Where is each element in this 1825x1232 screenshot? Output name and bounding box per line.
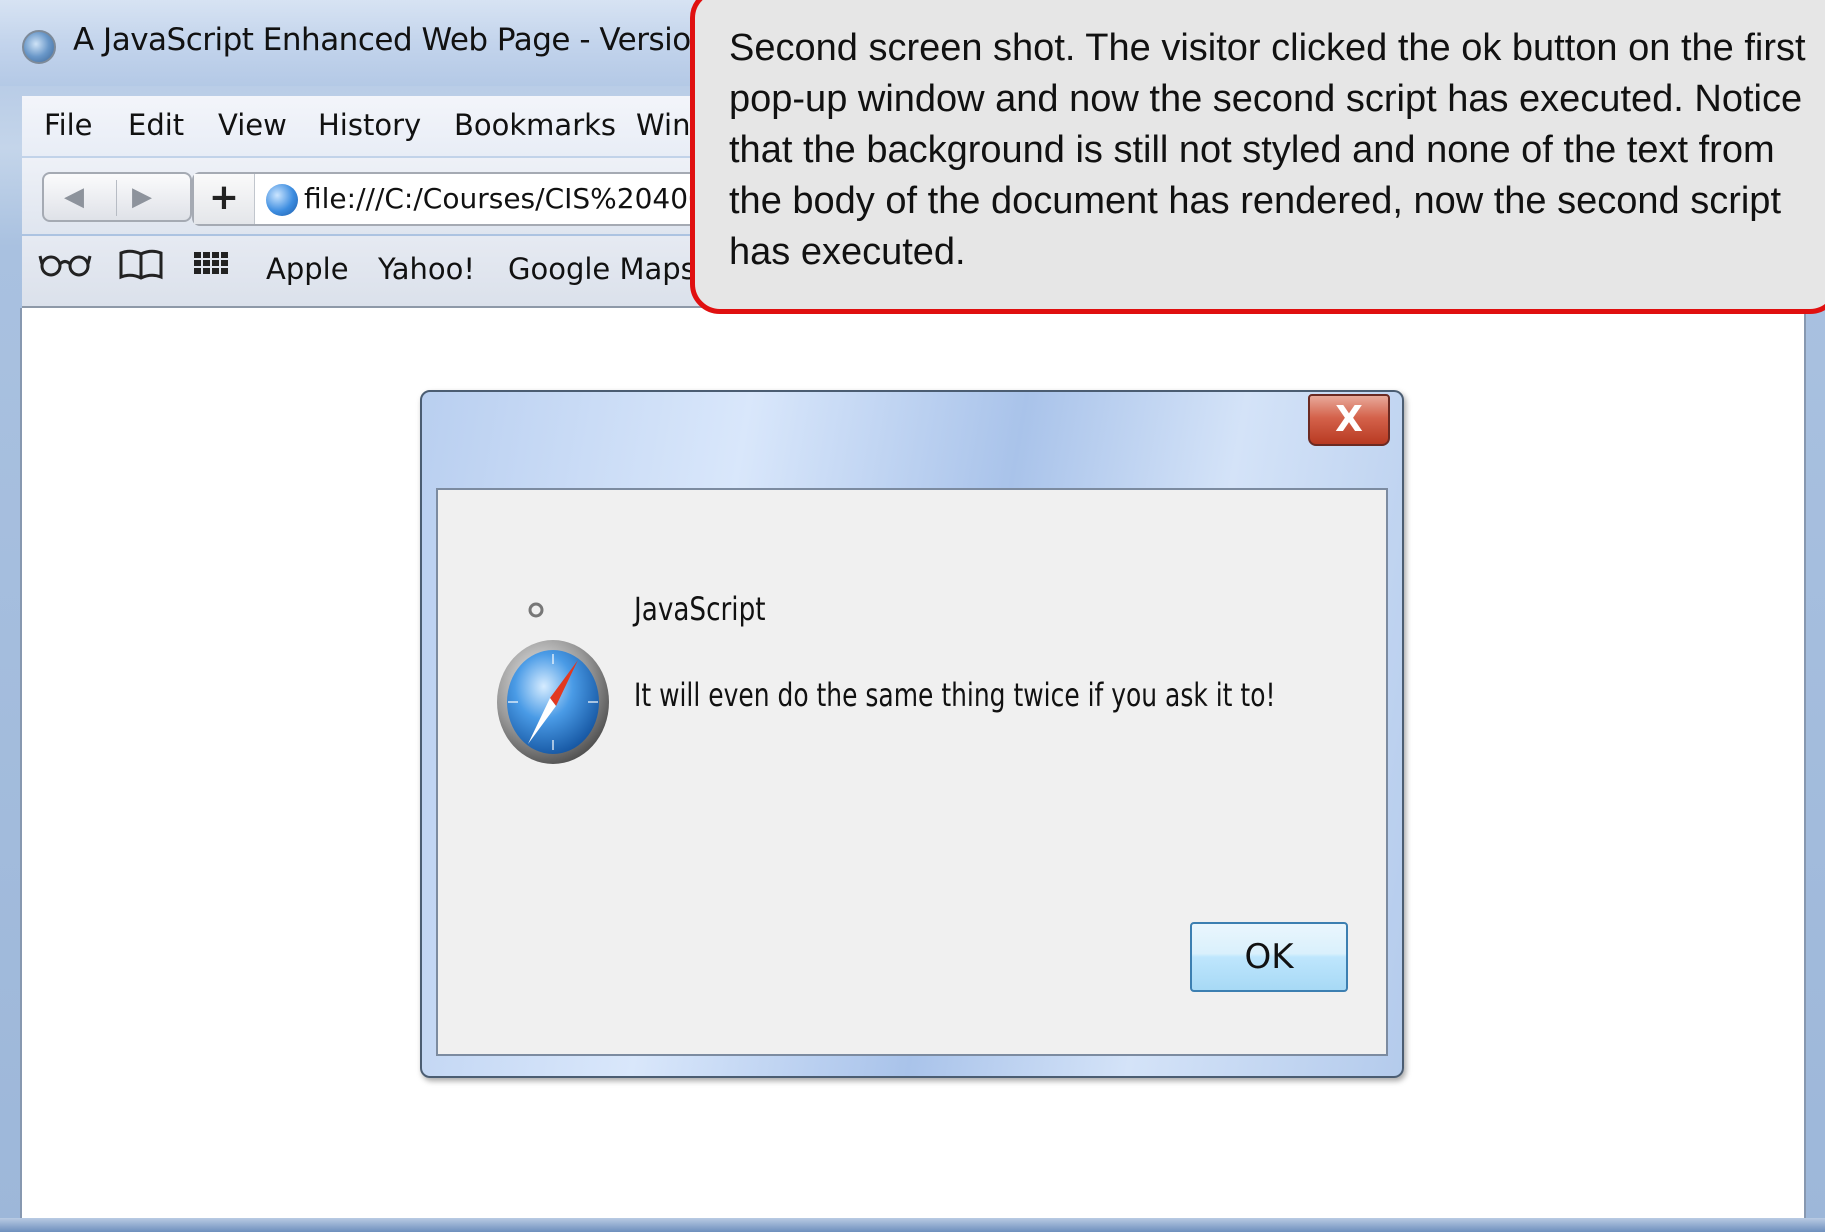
back-forward-group: ◀ ▶	[42, 172, 192, 222]
dialog-close-button[interactable]: X	[1308, 394, 1390, 446]
menu-view[interactable]: View	[218, 108, 287, 142]
menu-bookmarks[interactable]: Bookmarks	[454, 108, 616, 142]
dialog-heading: JavaScript	[634, 590, 766, 628]
window-title: A JavaScript Enhanced Web Page - Version…	[73, 22, 739, 58]
browser-window: A JavaScript Enhanced Web Page - Version…	[0, 0, 1825, 1232]
url-field[interactable]: file:///C:/Courses/CIS%20400	[304, 182, 706, 215]
bookmark-google-maps[interactable]: Google Maps	[508, 252, 696, 286]
callout-text: Second screen shot. The visitor clicked …	[729, 27, 1806, 273]
ok-button[interactable]: OK	[1190, 922, 1348, 992]
dialog-body: JavaScript It will even do the same thin…	[436, 488, 1388, 1056]
bookmark-yahoo[interactable]: Yahoo!	[378, 252, 475, 286]
back-button[interactable]: ◀	[64, 182, 84, 212]
book-icon-svg	[119, 249, 163, 280]
annotation-callout: Second screen shot. The visitor clicked …	[690, 0, 1825, 314]
dialog-message: It will even do the same thing twice if …	[634, 676, 1276, 714]
grid-icon-svg	[194, 252, 228, 274]
bookmark-apple[interactable]: Apple	[266, 252, 349, 286]
back-forward-divider	[116, 180, 117, 216]
reading-glasses-icon[interactable]	[38, 248, 92, 286]
reading-glasses-icon-svg	[38, 255, 92, 277]
book-icon[interactable]	[118, 248, 164, 290]
menu-history[interactable]: History	[318, 108, 421, 142]
add-bookmark-button[interactable]: +	[194, 174, 255, 224]
safari-app-icon	[22, 30, 56, 64]
javascript-alert-dialog: X JavaScript It will even do the same th…	[420, 390, 1404, 1078]
globe-icon	[266, 184, 298, 216]
grid-icon[interactable]	[192, 248, 232, 290]
menu-edit[interactable]: Edit	[128, 108, 184, 142]
menu-file[interactable]: File	[44, 108, 93, 142]
menu-window[interactable]: Win	[636, 108, 690, 142]
safari-compass-icon	[497, 602, 609, 764]
address-bar[interactable]: + file:///C:/Courses/CIS%20400	[192, 172, 712, 226]
window-bottom-edge	[0, 1218, 1825, 1232]
forward-button[interactable]: ▶	[132, 182, 152, 212]
